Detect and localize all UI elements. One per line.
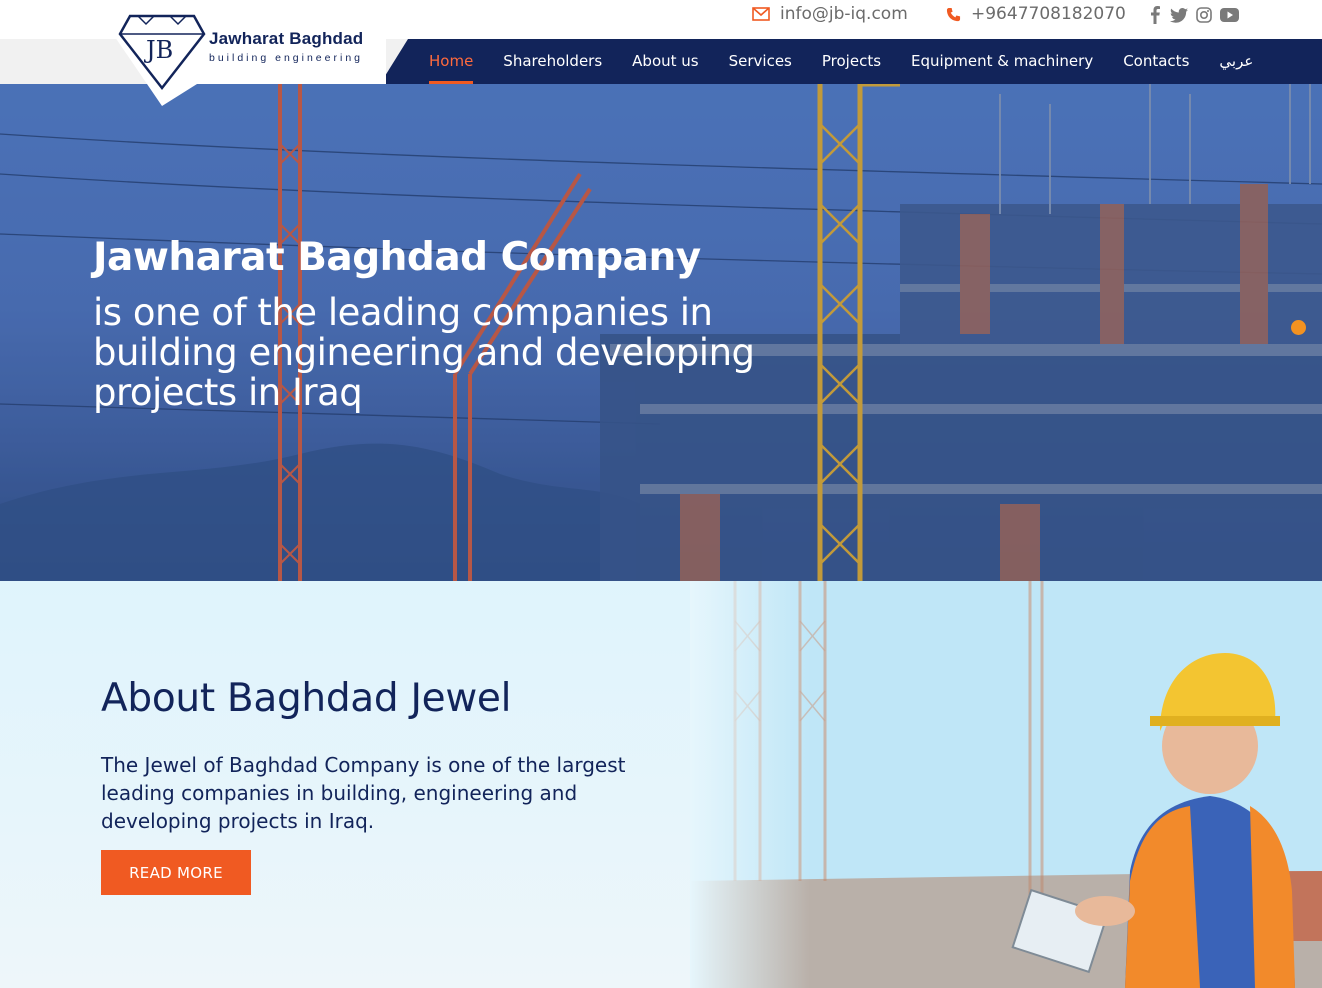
phone-text[interactable]: +9647708182070: [971, 4, 1126, 24]
social-links: [1150, 6, 1239, 24]
slider-dot[interactable]: [1291, 320, 1306, 335]
site-logo[interactable]: JB Jawharat Baghdad building engineering: [102, 0, 386, 106]
envelope-icon: [752, 7, 770, 21]
email-text[interactable]: info@jb-iq.com: [780, 4, 908, 24]
nav-shareholders[interactable]: Shareholders: [503, 39, 602, 84]
main-nav: Home Shareholders About us Services Proj…: [429, 39, 1283, 84]
nav-home[interactable]: Home: [429, 39, 474, 84]
read-more-button[interactable]: READ MORE: [101, 850, 251, 895]
logo-monogram: JB: [146, 36, 174, 64]
instagram-icon[interactable]: [1196, 7, 1212, 23]
hero-banner: Jawharat Baghdad Company is one of the l…: [0, 84, 1322, 581]
hero-title: Jawharat Baghdad Company: [93, 235, 701, 280]
logo-tagline: building engineering: [209, 52, 363, 64]
logo-name: Jawharat Baghdad: [209, 29, 364, 48]
hero-subtitle: is one of the leading companies in build…: [93, 291, 755, 414]
nav-contacts[interactable]: Contacts: [1123, 39, 1189, 84]
phone-icon: [946, 7, 961, 22]
about-text: The Jewel of Baghdad Company is one of t…: [101, 753, 626, 833]
about-heading: About Baghdad Jewel: [101, 676, 512, 721]
nav-arabic-language[interactable]: عربي: [1219, 39, 1253, 84]
nav-services[interactable]: Services: [729, 39, 792, 84]
phone-contact[interactable]: +9647708182070: [946, 4, 1126, 24]
nav-about-us[interactable]: About us: [632, 39, 698, 84]
about-section: About Baghdad Jewel The Jewel of Baghdad…: [0, 581, 1322, 988]
nav-equipment-machinery[interactable]: Equipment & machinery: [911, 39, 1093, 84]
youtube-icon[interactable]: [1220, 8, 1239, 22]
email-contact[interactable]: info@jb-iq.com: [752, 4, 908, 24]
twitter-icon[interactable]: [1170, 7, 1188, 23]
nav-projects[interactable]: Projects: [822, 39, 881, 84]
facebook-icon[interactable]: [1150, 6, 1162, 24]
